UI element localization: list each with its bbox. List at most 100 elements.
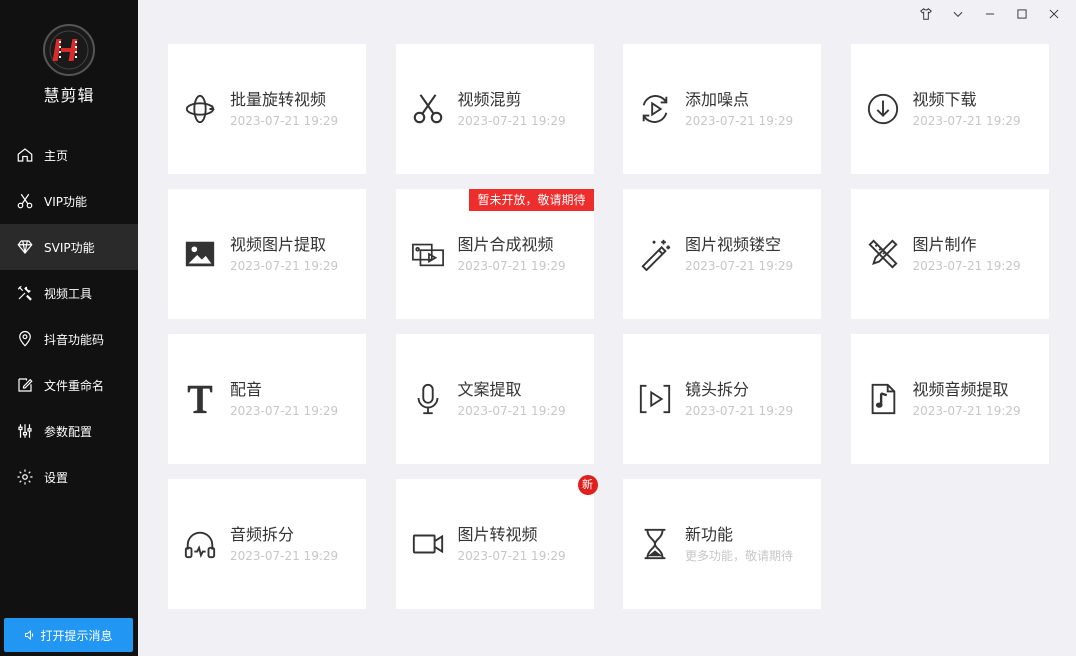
- magic-wand-icon: [641, 239, 671, 271]
- feature-card-image-making[interactable]: 图片制作 2023-07-21 19:29: [850, 189, 1049, 319]
- card-title: 视频下载: [912, 90, 977, 109]
- sidebar: 慧剪辑 主页 VIP功能 SVIP功能 视频工具 抖音功能码 文件重命名 参数配…: [0, 0, 138, 656]
- menu-dropdown-button[interactable]: [944, 4, 972, 24]
- app-brand: 慧剪辑: [0, 24, 138, 106]
- play-refresh-icon: [642, 95, 668, 123]
- music-file-icon: [871, 383, 895, 415]
- nav-item-param-config[interactable]: 参数配置: [0, 408, 138, 454]
- image-icon: [185, 241, 215, 267]
- card-date: 2023-07-21 19:29: [230, 549, 339, 563]
- card-title: 镜头拆分: [685, 380, 750, 399]
- card-title: 音频拆分: [230, 525, 295, 544]
- card-date: 2023-07-21 19:29: [457, 114, 566, 128]
- card-date: 2023-07-21 19:29: [685, 404, 794, 418]
- nav-item-douyin-code[interactable]: 抖音功能码: [0, 316, 138, 362]
- nav-item-label: VIP功能: [44, 194, 87, 209]
- feature-card-new-feature[interactable]: 新功能更多功能，敬请期待: [623, 479, 821, 609]
- feature-card-shot-split[interactable]: 镜头拆分 2023-07-21 19:29: [623, 334, 821, 464]
- card-date: 2023-07-21 19:29: [912, 114, 1021, 128]
- hourglass-icon: [644, 528, 666, 560]
- nav-item-video-tools[interactable]: 视频工具: [0, 270, 138, 316]
- shirt-icon: [920, 8, 932, 20]
- sliders-icon: [18, 424, 32, 438]
- tools-icon: [17, 285, 32, 301]
- nav-item-file-rename[interactable]: 文件重命名: [0, 362, 138, 408]
- nav-item-label: 主页: [44, 148, 69, 163]
- chevron-down-icon: [953, 11, 963, 17]
- feature-card-image-video-hollow[interactable]: 图片视频镂空 2023-07-21 19:29: [623, 189, 821, 319]
- nav-item-home[interactable]: 主页: [0, 132, 138, 178]
- card-date: 2023-07-21 19:29: [457, 259, 566, 273]
- feature-card-dubbing[interactable]: 配音 2023-07-21 19:29: [168, 334, 366, 464]
- card-date: 2023-07-21 19:29: [685, 114, 794, 128]
- minimize-button[interactable]: [976, 4, 1004, 24]
- feature-card-audio-split[interactable]: 音频拆分 2023-07-21 19:29: [168, 479, 366, 609]
- nav-item-label: 参数配置: [44, 424, 93, 439]
- app-name: 慧剪辑: [43, 86, 95, 105]
- card-title: 图片视频镂空: [685, 235, 782, 254]
- nav-item-label: SVIP功能: [44, 240, 95, 255]
- skin-button[interactable]: [912, 4, 940, 24]
- edit-file-icon: [18, 378, 33, 392]
- feature-card-batch-rotate[interactable]: 批量旋转视频 2023-07-21 19:29: [168, 44, 366, 174]
- home-icon: [17, 148, 33, 162]
- feature-card-add-noise[interactable]: 添加噪点 2023-07-21 19:29: [623, 44, 821, 174]
- card-date: 2023-07-21 19:29: [685, 259, 794, 273]
- microphone-icon: [417, 383, 438, 415]
- maximize-icon: [1017, 9, 1027, 19]
- card-title: 添加噪点: [685, 90, 750, 109]
- card-title: 图片转视频: [457, 525, 538, 544]
- card-date: 更多功能，敬请期待: [685, 549, 794, 563]
- scissors-icon: [413, 94, 442, 124]
- card-date: 2023-07-21 19:29: [912, 259, 1021, 273]
- card-title: 批量旋转视频: [230, 90, 327, 109]
- frame-play-icon: [639, 384, 671, 414]
- text-t-icon: [187, 385, 213, 414]
- nav-item-settings[interactable]: 设置: [0, 454, 138, 500]
- card-title: 图片制作: [912, 235, 977, 254]
- feature-card-images-to-video[interactable]: 暂未开放，敬请期待 图片合成视频 2023-07-21 19:29: [395, 189, 594, 319]
- card-title: 图片合成视频: [457, 235, 554, 254]
- pencil-ruler-icon: [867, 239, 898, 269]
- feature-card-video-mix-cut[interactable]: 视频混剪 2023-07-21 19:29: [395, 44, 594, 174]
- card-title: 新功能: [685, 525, 734, 544]
- download-icon: [867, 93, 898, 125]
- card-title: 配音: [230, 380, 263, 399]
- photos-video-icon: [411, 243, 444, 267]
- window-controls: [912, 4, 1068, 24]
- card-date: 2023-07-21 19:29: [912, 404, 1021, 418]
- app-logo-icon: [43, 24, 95, 76]
- feature-card-image-to-video[interactable]: 新 图片转视频 2023-07-21 19:29: [395, 475, 598, 609]
- card-date: 2023-07-21 19:29: [457, 404, 566, 418]
- rotate-icon: [185, 94, 215, 124]
- card-title: 文案提取: [457, 380, 522, 399]
- card-title: 视频混剪: [457, 90, 522, 109]
- feature-card-copywriting-extract[interactable]: 文案提取 2023-07-21 19:29: [395, 334, 594, 464]
- feature-card-video-image-extract[interactable]: 视频图片提取 2023-07-21 19:29: [168, 189, 366, 319]
- location-pin-icon: [19, 330, 31, 347]
- card-date: 2023-07-21 19:29: [230, 404, 339, 418]
- open-notification-button[interactable]: 打开提示消息: [4, 618, 133, 652]
- maximize-button[interactable]: [1008, 4, 1036, 24]
- video-camera-icon: [412, 534, 443, 554]
- diamond-icon: [17, 240, 33, 254]
- not-available-banner: 暂未开放，敬请期待: [469, 189, 594, 211]
- nav-item-label: 抖音功能码: [44, 332, 105, 347]
- new-badge: 新: [577, 475, 598, 495]
- feature-card-video-download[interactable]: 视频下载 2023-07-21 19:29: [850, 44, 1049, 174]
- close-button[interactable]: [1040, 4, 1068, 24]
- card-title: 视频音频提取: [912, 380, 1009, 399]
- card-date: 2023-07-21 19:29: [230, 259, 339, 273]
- feature-card-video-audio-extract[interactable]: 视频音频提取 2023-07-21 19:29: [850, 334, 1049, 464]
- card-title: 视频图片提取: [230, 235, 327, 254]
- speaker-icon: [25, 629, 34, 641]
- minimize-icon: [985, 13, 995, 15]
- nav-item-label: 设置: [44, 470, 69, 485]
- nav-item-vip[interactable]: VIP功能: [0, 178, 138, 224]
- headphones-icon: [184, 531, 216, 559]
- nav-item-svip[interactable]: SVIP功能: [0, 224, 138, 270]
- close-icon: [1049, 9, 1059, 19]
- card-date: 2023-07-21 19:29: [230, 114, 339, 128]
- card-date: 2023-07-21 19:29: [457, 549, 566, 563]
- sidebar-nav: 主页 VIP功能 SVIP功能 视频工具 抖音功能码 文件重命名 参数配置 设置: [0, 132, 138, 500]
